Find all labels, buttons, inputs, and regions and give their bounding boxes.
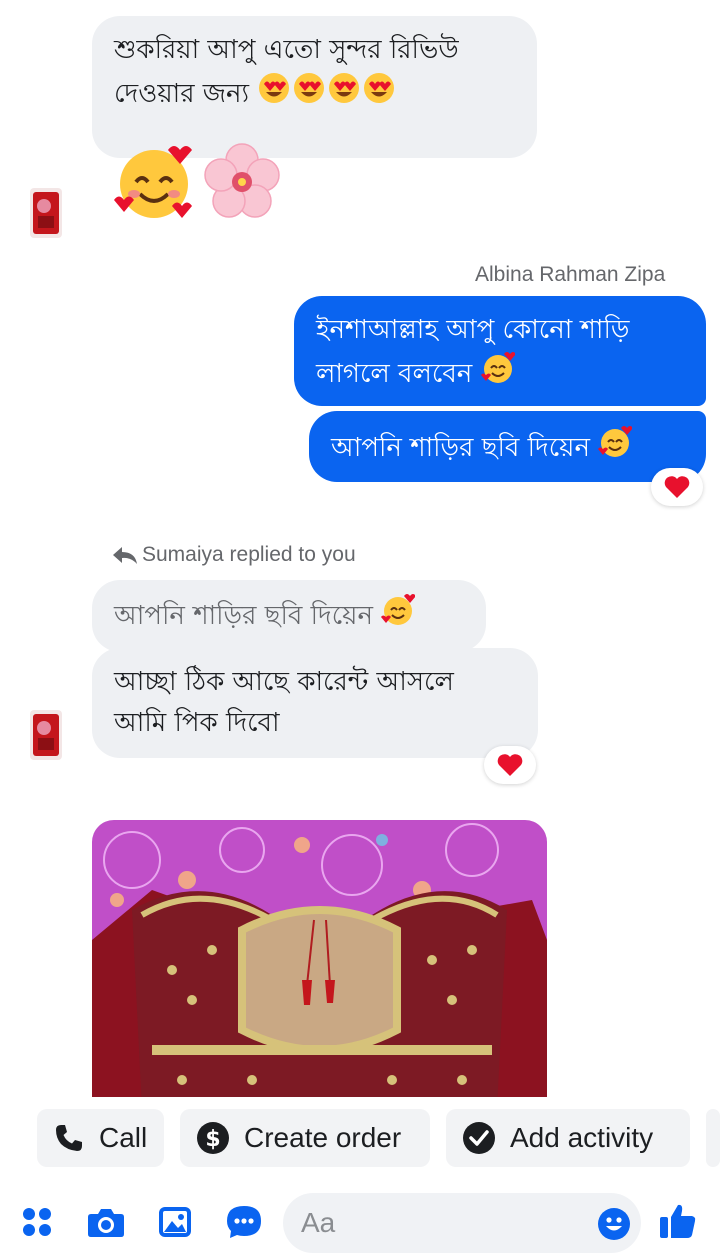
messenger-chat-icon[interactable] bbox=[226, 1205, 262, 1239]
checkmark-circle-icon bbox=[462, 1121, 496, 1155]
reply-indicator: Sumaiya replied to you bbox=[112, 543, 356, 567]
quick-action-bar: Call $ Create order Add activity bbox=[0, 1097, 720, 1179]
saree-blouse-photo[interactable] bbox=[92, 820, 547, 1110]
create-order-label: Create order bbox=[244, 1122, 402, 1153]
sender-name: Albina Rahman Zipa bbox=[475, 263, 666, 286]
apps-grid-icon[interactable] bbox=[20, 1205, 54, 1239]
message-text: আপনি শাড়ির ছবি দিয়েন bbox=[331, 433, 590, 463]
gallery-icon[interactable] bbox=[157, 1205, 193, 1239]
contact-avatar[interactable] bbox=[30, 188, 62, 238]
message-text-line: শুকরিয়া আপু এতো সুন্দর রিভিউ bbox=[114, 35, 459, 65]
add-activity-label: Add activity bbox=[510, 1122, 654, 1153]
smiling-face-with-hearts-emoji[interactable] bbox=[112, 140, 196, 228]
phone-icon bbox=[53, 1122, 85, 1154]
dollar-icon: $ bbox=[196, 1121, 230, 1155]
message-text-line: দেওয়ার জন্য bbox=[114, 71, 515, 118]
message-input-placeholder: Aa bbox=[301, 1207, 336, 1238]
thumbs-up-icon[interactable] bbox=[658, 1202, 698, 1240]
cherry-blossom-emoji[interactable] bbox=[202, 142, 282, 226]
message-composer: Aa bbox=[0, 1185, 720, 1260]
message-text-line: আচ্ছা ঠিক আছে কারেন্ট আসলে bbox=[114, 667, 454, 697]
heart-eyes-emoji-row bbox=[257, 71, 397, 118]
smiling-face-with-hearts-emoji bbox=[598, 425, 634, 472]
more-actions-chip[interactable] bbox=[706, 1109, 720, 1167]
call-button[interactable]: Call bbox=[37, 1109, 164, 1167]
smiling-face-with-hearts-emoji bbox=[480, 351, 516, 398]
quoted-text: আপনি শাড়ির ছবি দিয়েন bbox=[114, 601, 373, 631]
message-text-line: ইনশাআল্লাহ আপু কোনো শাড়ি bbox=[316, 315, 630, 345]
heart-reaction-badge[interactable] bbox=[484, 746, 536, 784]
create-order-button[interactable]: $ Create order bbox=[180, 1109, 430, 1167]
reply-indicator-text: Sumaiya replied to you bbox=[142, 543, 356, 566]
smiling-face-with-hearts-emoji bbox=[381, 593, 417, 640]
message-text-line: লাগলে বলবেন bbox=[316, 351, 684, 398]
heart-icon bbox=[664, 476, 690, 498]
camera-icon[interactable] bbox=[86, 1205, 126, 1239]
outgoing-message[interactable]: আপনি শাড়ির ছবি দিয়েন bbox=[309, 411, 706, 482]
svg-text:$: $ bbox=[205, 1127, 220, 1152]
quoted-message[interactable]: আপনি শাড়ির ছবি দিয়েন bbox=[92, 580, 486, 652]
add-activity-button[interactable]: Add activity bbox=[446, 1109, 690, 1167]
contact-avatar[interactable] bbox=[30, 710, 62, 760]
call-button-label: Call bbox=[99, 1122, 148, 1153]
message-input[interactable]: Aa bbox=[283, 1193, 641, 1253]
message-text-line: আমি পিক দিবো bbox=[114, 708, 280, 738]
reply-arrow-icon bbox=[113, 547, 137, 564]
emoji-icon[interactable] bbox=[597, 1207, 631, 1245]
heart-reaction-badge[interactable] bbox=[651, 468, 703, 506]
outgoing-message[interactable]: ইনশাআল্লাহ আপু কোনো শাড়ি লাগলে বলবেন bbox=[294, 296, 706, 406]
heart-icon bbox=[497, 754, 523, 776]
incoming-message-thanks[interactable]: শুকরিয়া আপু এতো সুন্দর রিভিউ দেওয়ার জন… bbox=[92, 16, 537, 158]
incoming-message-reply[interactable]: আচ্ছা ঠিক আছে কারেন্ট আসলে আমি পিক দিবো bbox=[92, 648, 538, 758]
